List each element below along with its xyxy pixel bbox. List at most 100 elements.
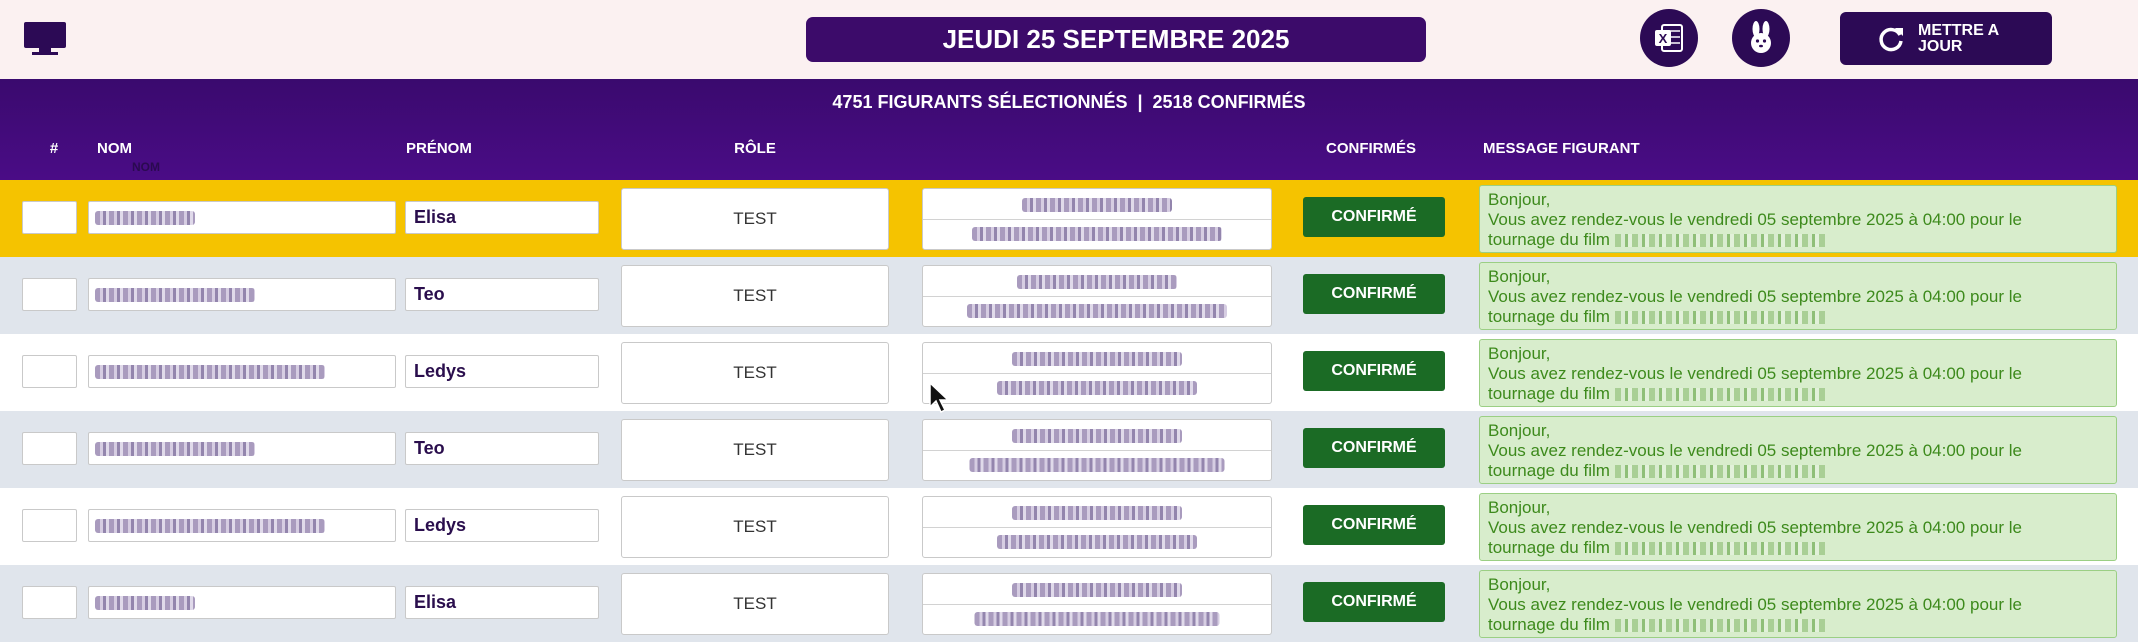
nom-field[interactable] bbox=[88, 586, 396, 619]
export-excel-button[interactable]: X bbox=[1640, 9, 1698, 67]
nom-field[interactable] bbox=[88, 278, 396, 311]
confirmed-button[interactable]: CONFIRMÉ bbox=[1303, 428, 1445, 468]
redacted-nom bbox=[95, 287, 255, 302]
redacted-phone bbox=[1012, 352, 1182, 366]
table-row[interactable]: Teo TEST CONFIRMÉ Bonjour, Vous avez ren… bbox=[0, 411, 2138, 488]
figurant-message[interactable]: Bonjour, Vous avez rendez-vous le vendre… bbox=[1479, 416, 2117, 484]
refresh-button[interactable]: METTRE A JOUR bbox=[1840, 12, 2052, 65]
redacted-email bbox=[997, 535, 1197, 549]
extras-table: Elisa TEST CONFIRMÉ Bonjour, Vous avez r… bbox=[0, 180, 2138, 642]
divider bbox=[923, 373, 1271, 374]
contact-field[interactable] bbox=[922, 265, 1272, 327]
figurant-message[interactable]: Bonjour, Vous avez rendez-vous le vendre… bbox=[1479, 493, 2117, 561]
message-greeting: Bonjour, bbox=[1488, 190, 1551, 209]
table-row[interactable]: Teo TEST CONFIRMÉ Bonjour, Vous avez ren… bbox=[0, 257, 2138, 334]
divider bbox=[923, 450, 1271, 451]
message-body: Vous avez rendez-vous le vendredi 05 sep… bbox=[1488, 364, 2022, 383]
row-number-field[interactable] bbox=[22, 586, 77, 619]
message-body: Vous avez rendez-vous le vendredi 05 sep… bbox=[1488, 441, 2022, 460]
figurant-message[interactable]: Bonjour, Vous avez rendez-vous le vendre… bbox=[1479, 262, 2117, 330]
role-field[interactable]: TEST bbox=[621, 188, 889, 250]
figurant-message[interactable]: Bonjour, Vous avez rendez-vous le vendre… bbox=[1479, 570, 2117, 638]
redacted-phone bbox=[1012, 583, 1182, 597]
divider bbox=[923, 296, 1271, 297]
figurant-message[interactable]: Bonjour, Vous avez rendez-vous le vendre… bbox=[1479, 339, 2117, 407]
col-header-role[interactable]: RÔLE bbox=[734, 140, 776, 157]
prenom-field[interactable]: Ledys bbox=[405, 509, 599, 542]
redacted-nom bbox=[95, 441, 255, 456]
prenom-field[interactable]: Teo bbox=[405, 432, 599, 465]
confirmed-button[interactable]: CONFIRMÉ bbox=[1303, 351, 1445, 391]
contact-field[interactable] bbox=[922, 573, 1272, 635]
role-field[interactable]: TEST bbox=[621, 265, 889, 327]
role-field[interactable]: TEST bbox=[621, 342, 889, 404]
redacted-email bbox=[969, 458, 1225, 472]
message-greeting: Bonjour, bbox=[1488, 498, 1551, 517]
redacted-film bbox=[1614, 234, 1825, 248]
message-body: Vous avez rendez-vous le vendredi 05 sep… bbox=[1488, 210, 2022, 229]
divider bbox=[923, 527, 1271, 528]
confirmed-button[interactable]: CONFIRMÉ bbox=[1303, 505, 1445, 545]
prenom-field[interactable]: Teo bbox=[405, 278, 599, 311]
nom-field[interactable] bbox=[88, 509, 396, 542]
contact-field[interactable] bbox=[922, 419, 1272, 481]
contact-field[interactable] bbox=[922, 342, 1272, 404]
row-number-field[interactable] bbox=[22, 432, 77, 465]
nom-field[interactable] bbox=[88, 355, 396, 388]
rabbit-icon bbox=[1751, 21, 1771, 53]
redacted-nom bbox=[95, 364, 325, 379]
contact-field[interactable] bbox=[922, 188, 1272, 250]
redacted-film bbox=[1614, 388, 1825, 402]
message-body: Vous avez rendez-vous le vendredi 05 sep… bbox=[1488, 518, 2022, 537]
row-number-field[interactable] bbox=[22, 509, 77, 542]
table-row[interactable]: Elisa TEST CONFIRMÉ Bonjour, Vous avez r… bbox=[0, 565, 2138, 642]
col-header-prenom[interactable]: PRÉNOM bbox=[406, 140, 472, 157]
redacted-phone bbox=[1017, 275, 1177, 289]
table-row[interactable]: Elisa TEST CONFIRMÉ Bonjour, Vous avez r… bbox=[0, 180, 2138, 257]
table-row[interactable]: Ledys TEST CONFIRMÉ Bonjour, Vous avez r… bbox=[0, 488, 2138, 565]
col-header-confirmes[interactable]: CONFIRMÉS bbox=[1326, 140, 1416, 157]
message-body: Vous avez rendez-vous le vendredi 05 sep… bbox=[1488, 287, 2022, 306]
prenom-field[interactable]: Ledys bbox=[405, 355, 599, 388]
message-film-label: tournage du film bbox=[1488, 384, 1610, 403]
nom-field[interactable] bbox=[88, 201, 396, 234]
row-number-field[interactable] bbox=[22, 355, 77, 388]
col-header-message[interactable]: MESSAGE FIGURANT bbox=[1483, 140, 1640, 157]
divider bbox=[923, 219, 1271, 220]
redacted-phone bbox=[1012, 429, 1182, 443]
message-film-label: tournage du film bbox=[1488, 230, 1610, 249]
divider bbox=[923, 604, 1271, 605]
redacted-nom bbox=[95, 518, 325, 533]
role-field[interactable]: TEST bbox=[621, 496, 889, 558]
redacted-film bbox=[1614, 465, 1825, 479]
figurant-message[interactable]: Bonjour, Vous avez rendez-vous le vendre… bbox=[1479, 185, 2117, 253]
prenom-field[interactable]: Elisa bbox=[405, 586, 599, 619]
redacted-email bbox=[972, 227, 1222, 241]
message-greeting: Bonjour, bbox=[1488, 344, 1551, 363]
monitor-icon[interactable] bbox=[22, 20, 68, 56]
row-number-field[interactable] bbox=[22, 201, 77, 234]
selection-counts: 4751 FIGURANTS SÉLECTIONNÉS | 2518 CONFI… bbox=[832, 92, 1306, 112]
table-row[interactable]: Ledys TEST CONFIRMÉ Bonjour, Vous avez r… bbox=[0, 334, 2138, 411]
refresh-label: METTRE A JOUR bbox=[1918, 21, 1999, 55]
nom-field[interactable] bbox=[88, 432, 396, 465]
svg-text:X: X bbox=[1659, 31, 1668, 46]
confirmed-button[interactable]: CONFIRMÉ bbox=[1303, 582, 1445, 622]
col-header-nom[interactable]: NOM bbox=[97, 140, 132, 157]
table-header: 4751 FIGURANTS SÉLECTIONNÉS | 2518 CONFI… bbox=[0, 79, 2138, 180]
redacted-email bbox=[974, 612, 1220, 626]
redacted-phone bbox=[1012, 506, 1182, 520]
role-field[interactable]: TEST bbox=[621, 419, 889, 481]
prenom-field[interactable]: Elisa bbox=[405, 201, 599, 234]
top-bar: JEUDI 25 SEPTEMBRE 2025 X METTRE A JOUR bbox=[0, 0, 2138, 79]
current-date: JEUDI 25 SEPTEMBRE 2025 bbox=[806, 17, 1426, 62]
confirmed-button[interactable]: CONFIRMÉ bbox=[1303, 274, 1445, 314]
rabbit-button[interactable] bbox=[1732, 9, 1790, 67]
row-number-field[interactable] bbox=[22, 278, 77, 311]
redacted-email bbox=[967, 304, 1227, 318]
col-header-num: # bbox=[49, 140, 59, 157]
contact-field[interactable] bbox=[922, 496, 1272, 558]
confirmed-button[interactable]: CONFIRMÉ bbox=[1303, 197, 1445, 237]
redacted-film bbox=[1614, 619, 1825, 633]
role-field[interactable]: TEST bbox=[621, 573, 889, 635]
